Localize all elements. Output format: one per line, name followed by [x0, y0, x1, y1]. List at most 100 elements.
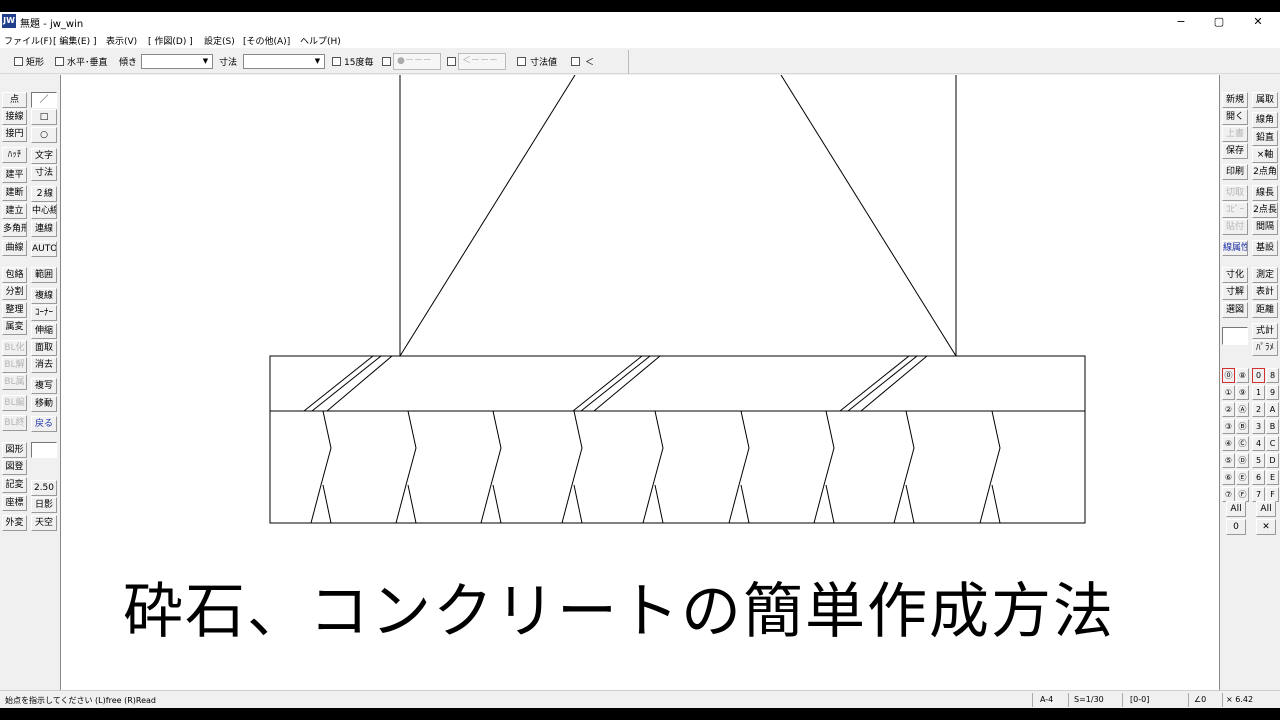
dim-convert-button[interactable]: 寸化	[1222, 267, 1248, 283]
tool-hatch[interactable]: ﾊｯﾁ	[2, 147, 27, 163]
layer-indicator[interactable]: [0-0]	[1130, 695, 1149, 704]
line-type-swatch[interactable]	[31, 442, 57, 458]
drawing-canvas[interactable]: 砕石、コンクリートの簡単作成方法	[60, 75, 1220, 690]
layer-7-button[interactable]: ⑦	[1222, 487, 1235, 502]
layer-4-button[interactable]: ④	[1222, 436, 1235, 451]
menu-draw[interactable]: [ 作図(D) ]	[148, 34, 193, 47]
tool-figure[interactable]: 図形	[2, 442, 27, 458]
close-button[interactable]: ✕	[1243, 14, 1273, 30]
line-angle-button[interactable]: 線角	[1252, 112, 1278, 128]
dim-explode-button[interactable]: 寸解	[1222, 284, 1248, 300]
tool-value-2-50[interactable]: 2.50	[31, 480, 57, 496]
paste-button[interactable]: 貼付	[1222, 219, 1248, 235]
tool-stretch[interactable]: 伸縮	[31, 323, 57, 339]
tool-double-line[interactable]: ２線	[31, 186, 57, 202]
measure-button[interactable]: 測定	[1252, 267, 1278, 283]
layer-9-button[interactable]: ⑨	[1236, 385, 1249, 400]
arrow-box[interactable]: ＜－－－	[458, 53, 506, 70]
tool-external-change[interactable]: 外変	[2, 515, 27, 531]
layer-8-button[interactable]: ⑧	[1236, 368, 1249, 383]
attr-pick-button[interactable]: 属取	[1252, 92, 1278, 108]
group-a-button[interactable]: A	[1266, 402, 1279, 417]
tool-offset[interactable]: 複線	[31, 288, 57, 304]
base-setting-button[interactable]: 基設	[1252, 240, 1278, 256]
layer-3-button[interactable]: ③	[1222, 419, 1235, 434]
tool-corner[interactable]: ｺｰﾅｰ	[31, 305, 57, 321]
tool-envelope[interactable]: 包絡	[2, 267, 27, 283]
menu-settings[interactable]: 設定(S)	[204, 34, 235, 47]
table-calc-button[interactable]: 表計	[1252, 284, 1278, 300]
layer-5-button[interactable]: ⑤	[1222, 453, 1235, 468]
group-b-button[interactable]: B	[1266, 419, 1279, 434]
group-8-button[interactable]: 8	[1266, 368, 1279, 383]
tool-cleanup[interactable]: 整理	[2, 302, 27, 318]
minimize-button[interactable]: −	[1166, 14, 1196, 30]
layer-0-button[interactable]: ⓪	[1222, 368, 1235, 383]
dim-value-checkbox[interactable]	[517, 57, 526, 66]
menu-other[interactable]: [その他(A)]	[243, 34, 290, 47]
tool-dimension[interactable]: 寸法	[31, 165, 57, 181]
group-1-button[interactable]: 1	[1252, 385, 1265, 400]
tool-symbol-change[interactable]: 記変	[2, 477, 27, 493]
cut-button[interactable]: 切取	[1222, 185, 1248, 201]
group-0-button[interactable]: 0	[1252, 368, 1265, 383]
cross-icon[interactable]: ✕	[1256, 519, 1276, 535]
slope-dropdown[interactable]: ▼	[141, 54, 213, 69]
file-save-button[interactable]: 保存	[1222, 143, 1248, 159]
tool-move[interactable]: 移動	[31, 396, 57, 412]
group-9-button[interactable]: 9	[1266, 385, 1279, 400]
tool-figure-register[interactable]: 図登	[2, 459, 27, 475]
tool-tangent-circle[interactable]: 接円	[2, 126, 27, 142]
print-button[interactable]: 印刷	[1222, 164, 1248, 180]
tool-copy[interactable]: 複写	[31, 378, 57, 394]
group-f-button[interactable]: F	[1266, 487, 1279, 502]
two-point-length-button[interactable]: 2点長	[1252, 202, 1278, 218]
tool-auto[interactable]: AUTO	[31, 241, 57, 257]
group-3-button[interactable]: 3	[1252, 419, 1265, 434]
layer-b-button[interactable]: Ⓑ	[1236, 419, 1249, 434]
tool-chamfer[interactable]: 面取	[31, 340, 57, 356]
tool-arch-section[interactable]: 建断	[2, 185, 27, 201]
group-d-button[interactable]: D	[1266, 453, 1279, 468]
angle15-checkbox[interactable]	[332, 57, 341, 66]
line-style-checkbox[interactable]	[382, 57, 391, 66]
tool-block-edit[interactable]: BL編	[2, 395, 27, 411]
tool-attr-change[interactable]: 属変	[2, 319, 27, 335]
tool-center-line[interactable]: 中心線	[31, 203, 57, 219]
tool-shadow[interactable]: 日影	[31, 497, 57, 513]
layer-zero-button[interactable]: 0	[1226, 519, 1246, 535]
layer-a-button[interactable]: Ⓐ	[1236, 402, 1249, 417]
rect-checkbox[interactable]	[14, 57, 23, 66]
copy-button[interactable]: ｺﾋﾟｰ	[1222, 202, 1248, 218]
interval-button[interactable]: 間隔	[1252, 219, 1278, 235]
group-7-button[interactable]: 7	[1252, 487, 1265, 502]
undo-button[interactable]: 戻る	[31, 416, 57, 432]
group-5-button[interactable]: 5	[1252, 453, 1265, 468]
tool-line[interactable]: ／	[31, 92, 57, 108]
tool-polygon[interactable]: 多角形	[2, 221, 27, 237]
select-figure-button[interactable]: 選図	[1222, 302, 1248, 318]
formula-calc-button[interactable]: 式計	[1252, 323, 1278, 339]
layer-6-button[interactable]: ⑥	[1222, 470, 1235, 485]
distance-button[interactable]: 距離	[1252, 302, 1278, 318]
tool-sky[interactable]: 天空	[31, 515, 57, 531]
paper-size[interactable]: A-4	[1040, 695, 1053, 704]
layer-c-button[interactable]: Ⓒ	[1236, 436, 1249, 451]
arrow-checkbox[interactable]	[447, 57, 456, 66]
line-style-box[interactable]: ●－－－	[393, 53, 441, 70]
tool-divide[interactable]: 分割	[2, 284, 27, 300]
angle-indicator[interactable]: ∠0	[1194, 695, 1206, 704]
horiz-vert-checkbox[interactable]	[55, 57, 64, 66]
tool-erase[interactable]: 消去	[31, 357, 57, 373]
line-length-button[interactable]: 線長	[1252, 185, 1278, 201]
tool-block-end[interactable]: BL終	[2, 415, 27, 431]
maximize-button[interactable]: ▢	[1204, 14, 1234, 30]
menu-help[interactable]: ヘルプ(H)	[300, 34, 341, 47]
x-axis-button[interactable]: ×軸	[1252, 147, 1278, 163]
group-6-button[interactable]: 6	[1252, 470, 1265, 485]
tool-coordinates[interactable]: 座標	[2, 495, 27, 511]
tool-rectangle[interactable]: □	[31, 109, 57, 125]
extra-checkbox[interactable]	[571, 57, 580, 66]
tool-point[interactable]: 点	[2, 92, 27, 108]
file-overwrite-button[interactable]: 上書	[1222, 126, 1248, 142]
